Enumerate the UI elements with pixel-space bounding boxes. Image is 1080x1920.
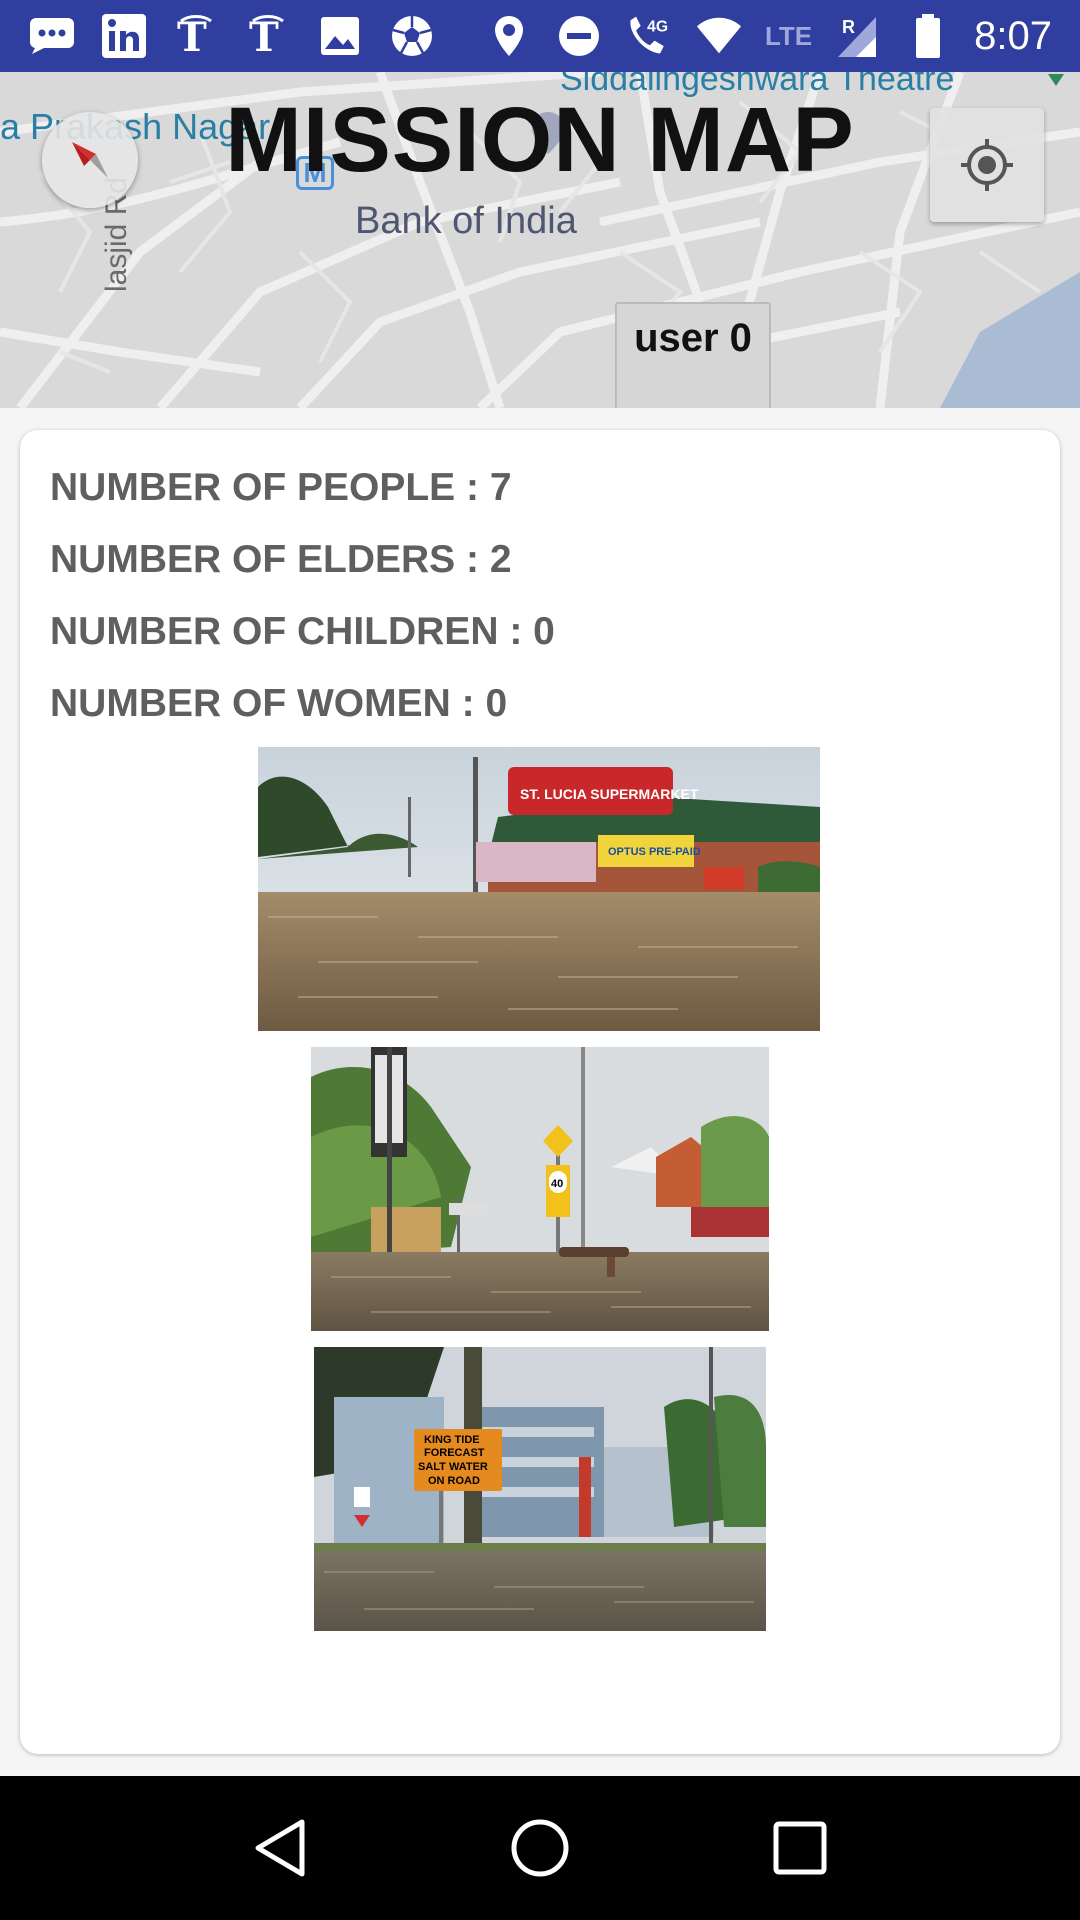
svg-text:R: R	[842, 17, 855, 37]
status-bar: T T 4G LTE R 8:07	[0, 0, 1080, 72]
flood-photo-king-tide[interactable]: KING TIDE FORECAST SALT WATER ON ROAD	[314, 1347, 766, 1631]
svg-text:SALT WATER: SALT WATER	[418, 1461, 488, 1473]
gallery-icon	[316, 12, 364, 60]
flood-photo-street[interactable]: 40	[311, 1047, 769, 1331]
user-button[interactable]: user 0	[615, 302, 771, 408]
compass-icon	[72, 142, 108, 178]
home-icon	[511, 1819, 569, 1877]
svg-text:4G: 4G	[647, 18, 668, 35]
nytimes-icon: T	[244, 12, 292, 60]
battery-icon	[904, 12, 952, 60]
svg-text:OPTUS PRE-PAID: OPTUS PRE-PAID	[608, 846, 701, 858]
my-location-button[interactable]	[930, 108, 1044, 222]
mission-details-card: NUMBER OF PEOPLE : 7 NUMBER OF ELDERS : …	[20, 430, 1060, 1754]
my-location-icon	[961, 139, 1013, 191]
navigation-bar	[0, 1776, 1080, 1920]
linkedin-icon	[100, 12, 148, 60]
people-count: NUMBER OF PEOPLE : 7	[50, 466, 512, 509]
children-count: NUMBER OF CHILDREN : 0	[50, 610, 555, 653]
svg-text:ON ROAD: ON ROAD	[428, 1475, 480, 1487]
women-count: NUMBER OF WOMEN : 0	[50, 682, 508, 725]
svg-text:ST. LUCIA SUPERMARKET: ST. LUCIA SUPERMARKET	[520, 786, 699, 802]
wifi-icon	[695, 12, 743, 60]
compass-button[interactable]	[42, 112, 138, 208]
network-type-label: LTE	[764, 20, 813, 51]
signal-icon: R	[834, 12, 882, 60]
map-view[interactable]: Siddalingeshwara Theatre a Prakash Nagar…	[0, 72, 1080, 408]
back-icon	[255, 1819, 305, 1877]
location-icon	[485, 12, 533, 60]
home-button[interactable]	[492, 1800, 588, 1896]
messages-icon	[28, 12, 76, 60]
do-not-disturb-icon	[555, 12, 603, 60]
back-button[interactable]	[232, 1800, 328, 1896]
svg-text:FORECAST: FORECAST	[424, 1447, 485, 1459]
page-title: MISSION MAP	[225, 89, 855, 191]
svg-text:KING TIDE: KING TIDE	[424, 1434, 480, 1446]
clock: 8:07	[974, 13, 1052, 58]
soccer-ball-icon	[388, 12, 436, 60]
recents-button[interactable]	[752, 1800, 848, 1896]
elders-count: NUMBER OF ELDERS : 2	[50, 538, 512, 581]
svg-text:40: 40	[551, 1178, 563, 1190]
flood-photo-supermarket[interactable]: ST. LUCIA SUPERMARKET OPTUS PRE-PAID	[258, 747, 820, 1031]
map-label-bank: Bank of India	[355, 200, 577, 242]
wifi-calling-icon: 4G	[625, 12, 673, 60]
nytimes-icon: T	[172, 12, 220, 60]
recents-icon	[773, 1821, 827, 1875]
